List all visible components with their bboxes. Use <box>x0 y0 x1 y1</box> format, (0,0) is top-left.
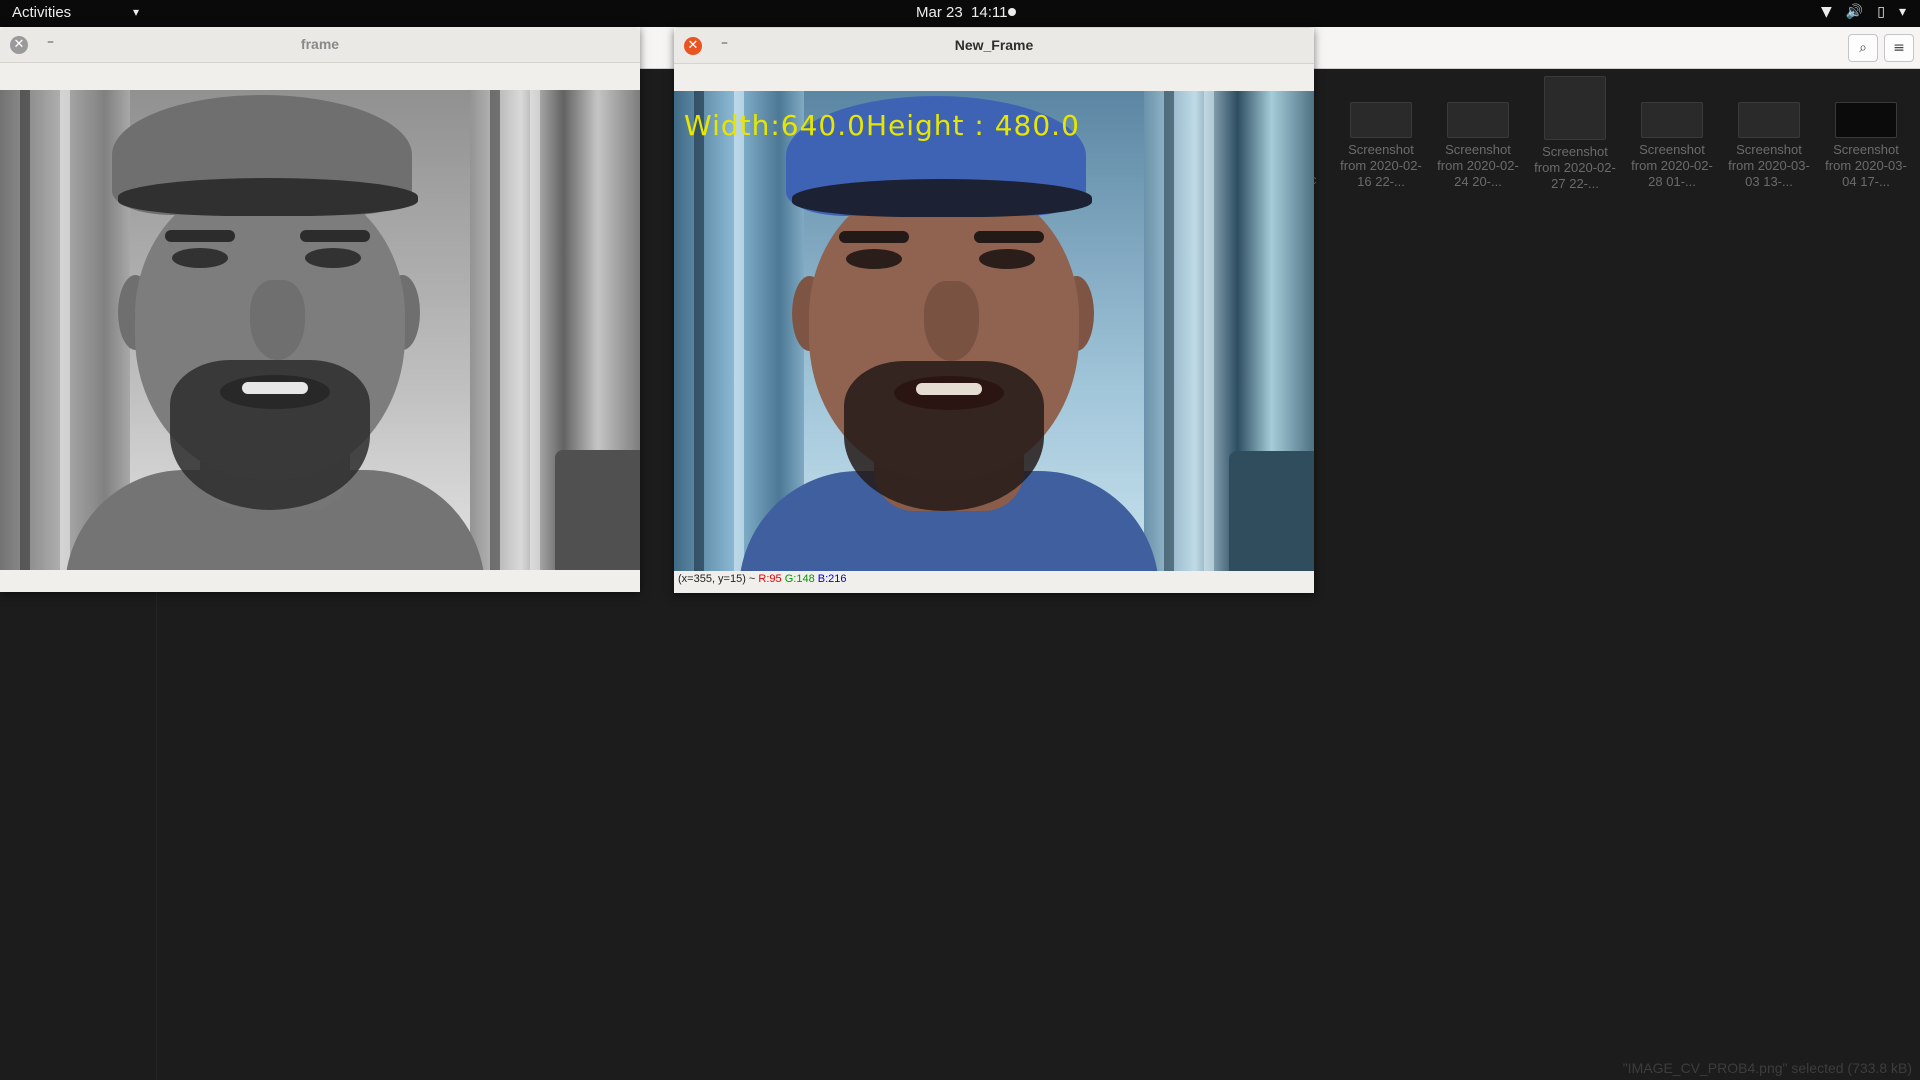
background-stripe <box>734 91 744 571</box>
background-stripe <box>530 90 540 570</box>
eye <box>305 248 361 268</box>
window-title: New_Frame <box>954 37 1034 53</box>
resolution-overlay-text: Width:640.0Height : 480.0 <box>684 109 1080 142</box>
system-tray[interactable]: ▼ 🔊 ▯ ▾ <box>1821 4 1906 20</box>
file-item[interactable]: Screenshot from 2020-02-24 20-... <box>1435 102 1521 190</box>
eye <box>846 249 902 269</box>
webcam-image <box>674 91 1314 571</box>
selection-status: "IMAGE_CV_PROB4.png" selected (733.8 kB) <box>1622 1060 1912 1076</box>
nose <box>250 280 305 360</box>
clock-time: 14:11 <box>971 4 1008 21</box>
file-label: Screenshot from 2020-02-24 20-... <box>1437 142 1519 189</box>
window-toolbar <box>674 64 1314 90</box>
clock-date: Mar 23 <box>916 4 963 21</box>
eye <box>979 249 1035 269</box>
window-status-bar <box>0 570 640 590</box>
window-title: frame <box>300 36 340 52</box>
activities-button[interactable]: Activities <box>12 4 71 21</box>
file-label: Screenshot from 2020-02-27 22-... <box>1534 144 1616 191</box>
screenshot-thumbnail <box>1738 102 1800 138</box>
eye <box>172 248 228 268</box>
volume-icon[interactable]: 🔊 <box>1846 4 1863 20</box>
grayscale-video-frame[interactable] <box>0 90 640 570</box>
screenshot-thumbnail <box>1544 76 1606 140</box>
app-menu-arrow-icon[interactable]: ▾ <box>133 5 139 19</box>
background-stripe <box>1164 91 1174 571</box>
menu-icon[interactable]: ≡ <box>1884 34 1914 62</box>
pixel-info-status-bar: (x=355, y=15) ~ R:95 G:148 B:216 <box>674 571 1314 591</box>
background-stripe <box>1204 91 1214 571</box>
file-item[interactable]: Screenshot from 2020-03-03 13-... <box>1726 102 1812 190</box>
battery-icon[interactable]: ▯ <box>1877 4 1885 20</box>
search-icon[interactable]: ⌕ <box>1848 34 1878 62</box>
color-video-frame[interactable]: Width:640.0Height : 480.0 <box>674 91 1314 571</box>
background-stripe <box>60 90 70 570</box>
monitor-shape <box>1229 451 1314 571</box>
nose <box>924 281 979 361</box>
background-stripe <box>694 91 704 571</box>
background-stripe <box>20 90 30 570</box>
file-label: Screenshot from 2020-02-28 01-... <box>1631 142 1713 189</box>
screenshot-thumbnail <box>1835 102 1897 138</box>
file-item[interactable]: Screenshot from 2020-02-27 22-... <box>1532 76 1618 192</box>
pixel-green-value: G:148 <box>784 573 815 585</box>
wifi-icon[interactable]: ▼ <box>1821 4 1832 20</box>
window-toolbar <box>0 63 640 89</box>
pixel-red-value: R:95 <box>758 573 782 585</box>
clock[interactable]: Mar 23 14:11 <box>916 4 1007 21</box>
notification-dot-icon <box>1008 8 1016 16</box>
new-frame-window: ✕ – New_Frame Width:640.0Height: 480.0 … <box>674 28 1314 593</box>
frame-titlebar[interactable]: ✕ – frame <box>0 27 640 63</box>
file-label: Screenshot from 2020-02-16 22-... <box>1340 142 1422 189</box>
frame-window: ✕ – frame <box>0 27 640 592</box>
top-bar: Activities ▾ Mar 23 14:11 ▼ 🔊 ▯ ▾ <box>0 0 1920 27</box>
file-item[interactable]: Screenshot from 2020-02-28 01-... <box>1629 102 1715 190</box>
file-label: Screenshot from 2020-03-04 17-... <box>1825 142 1907 189</box>
monitor-shape <box>555 450 640 570</box>
webcam-image <box>0 90 640 570</box>
file-item[interactable]: Screenshot from 2020-02-16 22-... <box>1338 102 1424 190</box>
screenshot-thumbnail <box>1641 102 1703 138</box>
cap-brim <box>118 178 418 216</box>
teeth <box>242 382 308 394</box>
eyebrow <box>300 230 370 242</box>
teeth <box>916 383 982 395</box>
file-item[interactable]: Screenshot from 2020-03-04 17-... <box>1823 102 1909 190</box>
screenshot-thumbnail <box>1350 102 1412 138</box>
file-label: Screenshot from 2020-03-03 13-... <box>1728 142 1810 189</box>
system-menu-arrow-icon[interactable]: ▾ <box>1899 4 1906 20</box>
background-stripe <box>490 90 500 570</box>
eyebrow <box>974 231 1044 243</box>
pixel-blue-value: B:216 <box>817 573 847 585</box>
screenshot-thumbnail <box>1447 102 1509 138</box>
cap-brim <box>792 179 1092 217</box>
cursor-coordinates: (x=355, y=15) ~ <box>678 573 759 585</box>
new-frame-titlebar[interactable]: ✕ – New_Frame <box>674 28 1314 64</box>
eyebrow <box>839 231 909 243</box>
eyebrow <box>165 230 235 242</box>
